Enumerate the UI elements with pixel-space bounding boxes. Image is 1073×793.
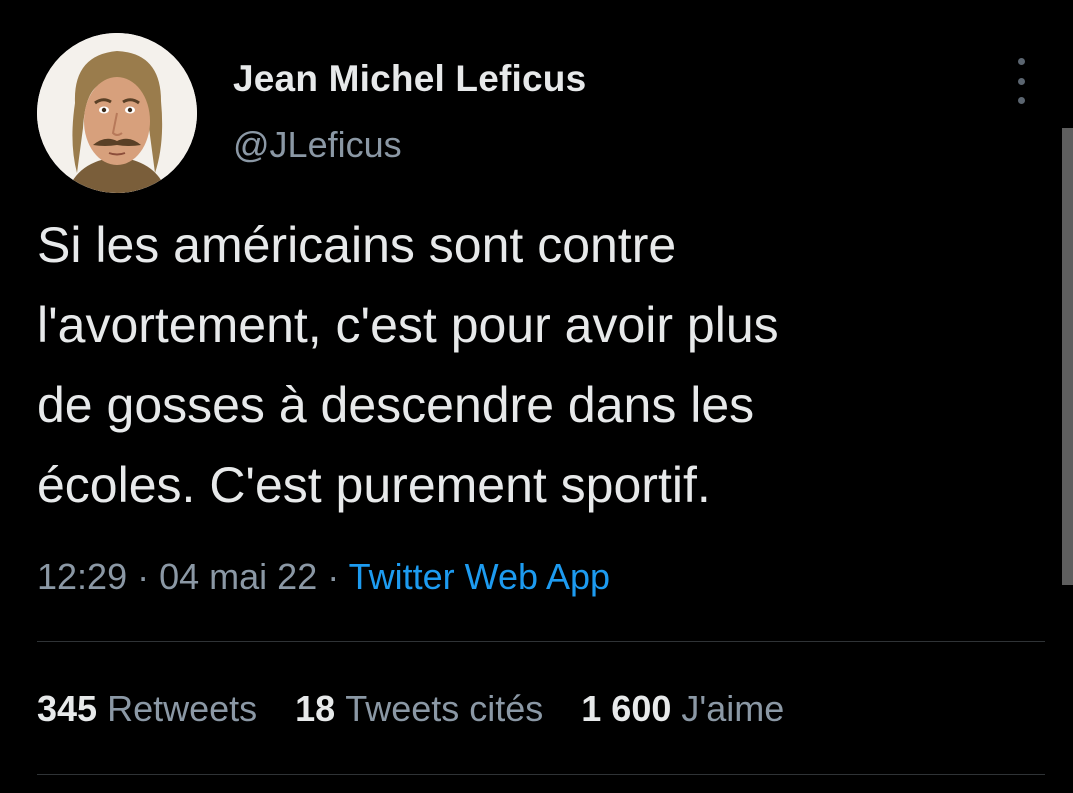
- quotes-count: 18: [295, 688, 346, 729]
- tweet-text-line: écoles. C'est purement sportif.: [37, 457, 711, 513]
- retweets-stat[interactable]: 345 Retweets: [37, 688, 257, 730]
- retweets-count: 345: [37, 688, 108, 729]
- meta-separator: ·: [327, 556, 340, 597]
- likes-label: J'aime: [681, 688, 785, 729]
- tweet-text: Si les américains sont contre l'avorteme…: [37, 205, 1047, 525]
- tweet-date[interactable]: 04 mai 22: [159, 556, 317, 597]
- scrollbar[interactable]: [1062, 128, 1073, 585]
- more-options-button[interactable]: [1003, 58, 1039, 104]
- author-name[interactable]: Jean Michel Leficus: [233, 58, 586, 100]
- likes-count: 1 600: [581, 688, 682, 729]
- more-vertical-icon-dot: [1017, 77, 1025, 85]
- divider: [37, 641, 1045, 642]
- quotes-label: Tweets cités: [345, 688, 544, 729]
- avatar-image: [37, 33, 197, 193]
- tweet-text-line: l'avortement, c'est pour avoir plus: [37, 297, 779, 353]
- tweet-source-link[interactable]: Twitter Web App: [349, 556, 610, 597]
- likes-stat[interactable]: 1 600 J'aime: [581, 688, 784, 730]
- avatar[interactable]: [37, 33, 197, 193]
- tweet-text-line: de gosses à descendre dans les: [37, 377, 755, 433]
- divider: [37, 774, 1045, 775]
- more-vertical-icon-dot: [1017, 97, 1025, 104]
- tweet-time[interactable]: 12:29: [37, 556, 127, 597]
- more-vertical-icon: [1017, 58, 1025, 65]
- retweets-label: Retweets: [107, 688, 258, 729]
- tweet-text-line: Si les américains sont contre: [37, 217, 677, 273]
- author-handle[interactable]: @JLeficus: [233, 124, 402, 166]
- tweet-stats: 345 Retweets 18 Tweets cités 1 600 J'aim…: [37, 688, 822, 730]
- quotes-stat[interactable]: 18 Tweets cités: [295, 688, 543, 730]
- meta-separator: ·: [137, 556, 150, 597]
- tweet-card: Jean Michel Leficus @JLeficus Si les amé…: [0, 0, 1073, 793]
- tweet-meta: 12:29 · 04 mai 22 · Twitter Web App: [37, 556, 610, 598]
